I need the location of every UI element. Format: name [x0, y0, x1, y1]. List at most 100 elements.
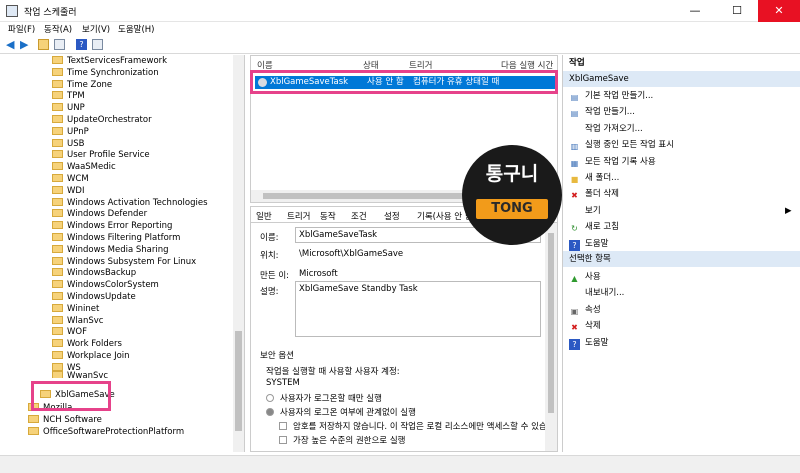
action-item[interactable]: ▥ 실행 중인 모든 작업 표시	[569, 138, 674, 152]
folder-up-icon[interactable]	[38, 39, 49, 50]
menu-file[interactable]: 파일(F)	[8, 23, 35, 35]
close-button[interactable]: ✕	[758, 0, 800, 22]
option-no-password[interactable]: 암호를 저장하지 않습니다. 이 작업은 로컬 리소스에만 액세스할 수 있습니…	[279, 420, 557, 432]
folder-icon	[52, 292, 63, 300]
highlight-box-task	[250, 70, 558, 94]
folder-icon	[52, 115, 63, 123]
menu-help[interactable]: 도움말(H)	[118, 23, 154, 35]
blank-icon	[569, 122, 580, 133]
folder-icon	[52, 197, 63, 206]
action-item[interactable]: ■ 새 폴더...	[569, 171, 620, 185]
action-item[interactable]: 내보내기...	[569, 286, 624, 300]
menu-action[interactable]: 동작(A)	[44, 23, 72, 35]
action-item[interactable]: ✖ 삭제	[569, 319, 601, 333]
option-logged-on[interactable]: 사용자가 로그온할 때만 실행	[266, 392, 382, 404]
menu-view[interactable]: 보기(V)	[82, 23, 110, 35]
blank-icon	[569, 204, 580, 215]
refresh-icon: ↻	[571, 224, 578, 234]
description-label: 설명:	[260, 287, 279, 297]
tree-item[interactable]: USB	[52, 138, 84, 150]
radio-button[interactable]	[266, 394, 274, 402]
help-icon[interactable]: ?	[76, 39, 87, 50]
action-pane-icon[interactable]	[92, 39, 103, 50]
tree-scrollbar-thumb[interactable]	[235, 331, 242, 431]
help-icon: ?	[569, 338, 580, 350]
tree-item[interactable]: Time Zone	[52, 79, 112, 91]
tree-item[interactable]: Windows Subsystem For Linux	[52, 256, 196, 268]
tree-item[interactable]: WCM	[52, 173, 89, 185]
tree-item[interactable]: UNP	[52, 102, 85, 114]
delete-icon: ✖	[571, 323, 578, 333]
tree-item[interactable]: TextServicesFramework	[52, 55, 167, 67]
location-value: \Microsoft\XblGameSave	[299, 249, 404, 259]
tree-item-partial[interactable]: WwanSvc	[52, 370, 108, 378]
tree-item[interactable]: UPnP	[52, 126, 89, 138]
tab-settings[interactable]: 설정	[384, 210, 400, 222]
tree-item[interactable]: Windows Activation Technologies	[52, 197, 208, 209]
tree-item[interactable]: WaaSMedic	[52, 161, 116, 173]
action-item[interactable]: ? 도움말	[569, 336, 608, 350]
tree-item[interactable]: Time Synchronization	[52, 67, 159, 79]
tab-triggers[interactable]: 트리거	[287, 210, 310, 222]
tree-item[interactable]: TPM	[52, 90, 85, 102]
tree-item[interactable]: User Profile Service	[52, 149, 150, 161]
option-whether-logged-on[interactable]: 사용자의 로그온 여부에 관계없이 실행	[266, 406, 416, 418]
tree-item[interactable]: WindowsColorSystem	[52, 279, 159, 291]
window-title: 작업 스케줄러	[24, 8, 77, 18]
new-folder-icon: ■	[570, 175, 579, 184]
folder-icon	[52, 268, 63, 277]
folder-icon	[28, 415, 39, 423]
folder-icon	[52, 221, 63, 230]
tree-item[interactable]: Wininet	[52, 303, 99, 315]
maximize-button[interactable]: ☐	[716, 0, 758, 22]
action-item[interactable]: ? 도움말	[569, 237, 608, 251]
tab-actions[interactable]: 동작	[320, 210, 336, 222]
folder-icon	[52, 67, 63, 76]
tree-item[interactable]: UpdateOrchestrator	[52, 114, 152, 126]
folder-icon	[52, 126, 63, 135]
action-item[interactable]: 보기 ▶	[569, 204, 792, 218]
action-item[interactable]: ▣ 속성	[569, 303, 601, 317]
task-scheduler-icon	[6, 5, 18, 17]
details-scrollbar[interactable]	[545, 223, 557, 451]
option-highest-privileges[interactable]: 가장 높은 수준의 권한으로 실행	[279, 434, 405, 446]
tree-item[interactable]: WDI	[52, 185, 84, 197]
enable-icon: ▲	[571, 274, 578, 283]
action-item[interactable]: ▲ 사용	[569, 270, 600, 284]
tab-general[interactable]: 일반	[256, 210, 272, 222]
section-folder[interactable]: XblGameSave	[563, 71, 800, 87]
tree-item[interactable]: Workplace Join	[52, 350, 130, 362]
action-item[interactable]: ▤ 작업 만들기...	[569, 105, 635, 119]
action-item[interactable]: ▤ 기본 작업 만들기...	[569, 89, 654, 103]
tree-item[interactable]: NCH Software	[28, 414, 102, 426]
forward-arrow-icon[interactable]: ▶	[20, 38, 28, 51]
back-arrow-icon[interactable]: ◀	[6, 38, 14, 51]
action-item[interactable]: ✖ 폴더 삭제	[569, 187, 619, 201]
description-field[interactable]: XblGameSave Standby Task	[295, 281, 541, 337]
tree-item[interactable]: OfficeSoftwareProtectionPlatform	[28, 426, 184, 438]
tree-item[interactable]: WindowsUpdate	[52, 291, 136, 303]
tree-item[interactable]: WindowsBackup	[52, 267, 136, 279]
minimize-button[interactable]: —	[674, 0, 716, 22]
folder-icon	[52, 185, 63, 194]
action-item[interactable]: ▦ 모든 작업 기록 사용	[569, 155, 656, 169]
folder-icon	[52, 138, 63, 147]
tree-item[interactable]: Windows Media Sharing	[52, 244, 169, 256]
folder-icon	[52, 79, 63, 88]
action-item[interactable]: ↻ 새로 고침	[569, 220, 619, 234]
checkbox[interactable]	[279, 422, 287, 430]
tree-scrollbar[interactable]	[233, 55, 244, 452]
tree-item[interactable]: Work Folders	[52, 338, 122, 350]
tree-item[interactable]: WOF	[52, 326, 87, 338]
tree-item[interactable]: Windows Filtering Platform	[52, 232, 180, 244]
tree-item[interactable]: Windows Error Reporting	[52, 220, 172, 232]
show-tree-icon[interactable]	[54, 39, 65, 50]
action-item[interactable]: 작업 가져오기...	[569, 122, 643, 136]
tree-item[interactable]: Windows Defender	[52, 208, 147, 220]
radio-button[interactable]	[266, 408, 274, 416]
tree-item[interactable]: WlanSvc	[52, 315, 103, 327]
checkbox[interactable]	[279, 436, 287, 444]
section-selected-item[interactable]: 선택한 항목	[563, 251, 800, 267]
details-scroll-thumb[interactable]	[548, 233, 554, 413]
tab-conditions[interactable]: 조건	[351, 210, 367, 222]
